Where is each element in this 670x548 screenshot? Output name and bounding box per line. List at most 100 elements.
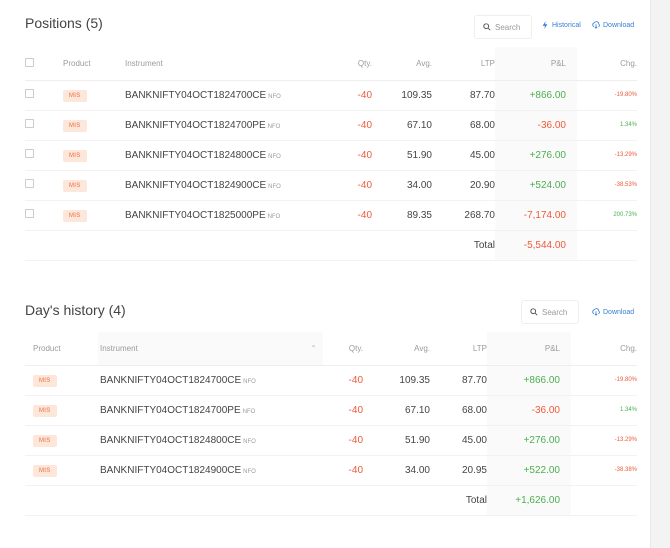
exchange-label: NFO: [268, 93, 281, 100]
exchange-label: NFO: [267, 123, 281, 130]
row-checkbox[interactable]: [25, 170, 50, 201]
total-pnl: +1,626.00: [487, 485, 571, 516]
history-download-link[interactable]: Download: [592, 308, 634, 316]
history-section: Day's history (4) Search Download Produc…: [0, 290, 650, 540]
positions-search-input[interactable]: Search: [474, 15, 532, 39]
instrument-label: Instrument: [100, 343, 138, 353]
instrument-name: BANKNIFTY04OCT1824700PE: [100, 404, 241, 416]
table-row[interactable]: MIS BANKNIFTY04OCT1824700CE NFO -40 109.3…: [25, 365, 637, 396]
lightning-icon: [542, 21, 548, 29]
instrument-name: BANKNIFTY04OCT1824800CE: [125, 149, 267, 161]
table-row[interactable]: MIS BANKNIFTY04OCT1825000PE NFO -40 89.35…: [25, 200, 637, 231]
chg-cell: -13.29%: [571, 425, 637, 456]
col-ltp[interactable]: LTP: [432, 47, 495, 81]
qty-cell: -40: [295, 110, 372, 141]
total-pnl: -5,544.00: [495, 230, 577, 261]
pnl-cell: +276.00: [487, 425, 571, 456]
qty-cell: -40: [323, 395, 363, 426]
avg-cell: 34.00: [363, 455, 430, 486]
avg-cell: 67.10: [372, 110, 432, 141]
qty-cell: -40: [323, 425, 363, 456]
pnl-cell: +866.00: [487, 365, 571, 396]
chg-cell: -38.38%: [571, 455, 637, 486]
chg-cell: 1.34%: [571, 395, 637, 426]
col-qty[interactable]: Qty.: [295, 47, 372, 81]
product-badge: MIS: [63, 149, 87, 162]
product-badge: MIS: [63, 89, 87, 102]
pnl-cell: -36.00: [487, 395, 571, 426]
col-instrument[interactable]: Instrument ⌃: [98, 332, 323, 366]
exchange-label: NFO: [268, 153, 281, 160]
select-all-checkbox[interactable]: [25, 47, 50, 81]
avg-cell: 109.35: [372, 80, 432, 111]
row-checkbox[interactable]: [25, 200, 50, 231]
qty-cell: -40: [323, 365, 363, 396]
row-checkbox[interactable]: [25, 140, 50, 171]
exchange-label: NFO: [267, 213, 281, 220]
positions-table: Product Instrument Qty. Avg. LTP P&L Chg…: [25, 47, 637, 261]
exchange-label: NFO: [243, 378, 256, 385]
positions-title: Positions (5): [25, 15, 103, 31]
positions-header-row: Product Instrument Qty. Avg. LTP P&L Chg…: [25, 47, 637, 81]
search-icon: [530, 308, 538, 316]
col-avg[interactable]: Avg.: [363, 332, 430, 366]
ltp-cell: 20.90: [432, 170, 495, 201]
history-table: Product Instrument ⌃ Qty. Avg. LTP P&L Ch…: [25, 332, 637, 516]
row-checkbox[interactable]: [25, 80, 50, 111]
qty-cell: -40: [323, 455, 363, 486]
ltp-cell: 45.00: [432, 140, 495, 171]
product-badge: MIS: [63, 179, 87, 192]
history-title: Day's history (4): [25, 302, 126, 318]
chg-cell: -19.80%: [571, 365, 637, 396]
pnl-cell: -7,174.00: [495, 200, 577, 231]
history-header-row: Product Instrument ⌃ Qty. Avg. LTP P&L Ch…: [25, 332, 637, 366]
product-badge: MIS: [33, 464, 57, 477]
avg-cell: 67.10: [363, 395, 430, 426]
instrument-name: BANKNIFTY04OCT1824900CE: [125, 179, 267, 191]
product-badge: MIS: [33, 374, 57, 387]
table-row[interactable]: MIS BANKNIFTY04OCT1824700PE NFO -40 67.10…: [25, 395, 637, 426]
instrument-name: BANKNIFTY04OCT1824700PE: [125, 119, 266, 131]
download-label: Download: [603, 21, 635, 29]
history-search-input[interactable]: Search: [521, 300, 579, 324]
download-icon: [592, 21, 600, 29]
product-badge: MIS: [33, 404, 57, 417]
qty-cell: -40: [295, 200, 372, 231]
table-row[interactable]: MIS BANKNIFTY04OCT1824800CE NFO -40 51.90…: [25, 425, 637, 456]
ltp-cell: 268.70: [432, 200, 495, 231]
instrument-name: BANKNIFTY04OCT1824800CE: [100, 434, 242, 446]
col-product[interactable]: Product: [25, 332, 98, 366]
col-instrument[interactable]: Instrument: [125, 47, 295, 81]
col-chg[interactable]: Chg.: [571, 332, 637, 366]
col-product[interactable]: Product: [50, 47, 125, 81]
instrument-name: BANKNIFTY04OCT1824700CE: [100, 374, 242, 386]
search-placeholder: Search: [495, 22, 521, 32]
col-avg[interactable]: Avg.: [372, 47, 432, 81]
positions-download-link[interactable]: Download: [592, 21, 634, 29]
col-pnl[interactable]: P&L: [495, 47, 577, 81]
instrument-name: BANKNIFTY04OCT1824900CE: [100, 464, 242, 476]
pnl-cell: -36.00: [495, 110, 577, 141]
qty-cell: -40: [295, 170, 372, 201]
avg-cell: 51.90: [372, 140, 432, 171]
pnl-cell: +522.00: [487, 455, 571, 486]
col-qty[interactable]: Qty.: [323, 332, 363, 366]
table-row[interactable]: MIS BANKNIFTY04OCT1824900CE NFO -40 34.00…: [25, 455, 637, 486]
row-checkbox[interactable]: [25, 110, 50, 141]
col-pnl[interactable]: P&L: [487, 332, 571, 366]
ltp-cell: 68.00: [430, 395, 487, 426]
page-scrollbar[interactable]: [650, 0, 670, 548]
col-chg[interactable]: Chg.: [577, 47, 637, 81]
chg-cell: -19.80%: [577, 80, 637, 111]
table-row[interactable]: MIS BANKNIFTY04OCT1824700CE NFO -40 109.3…: [25, 80, 637, 111]
positions-section: Positions (5) Search Historical Download…: [0, 0, 650, 270]
product-badge: MIS: [63, 119, 87, 132]
historical-link[interactable]: Historical: [541, 21, 581, 29]
col-ltp[interactable]: LTP: [430, 332, 487, 366]
historical-label: Historical: [552, 21, 581, 29]
table-row[interactable]: MIS BANKNIFTY04OCT1824900CE NFO -40 34.00…: [25, 170, 637, 201]
table-row[interactable]: MIS BANKNIFTY04OCT1824700PE NFO -40 67.10…: [25, 110, 637, 141]
search-placeholder: Search: [542, 307, 568, 317]
table-row[interactable]: MIS BANKNIFTY04OCT1824800CE NFO -40 51.90…: [25, 140, 637, 171]
avg-cell: 51.90: [363, 425, 430, 456]
